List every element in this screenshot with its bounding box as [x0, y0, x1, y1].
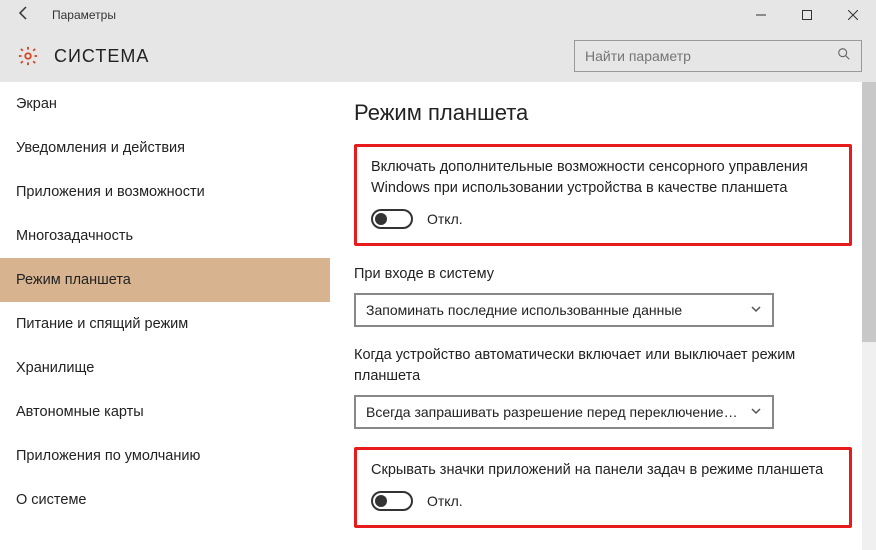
maximize-button[interactable]: [784, 0, 830, 30]
highlighted-setting-1: Включать дополнительные возможности сенс…: [354, 144, 852, 246]
chevron-down-icon: [750, 302, 762, 318]
highlighted-setting-2: Скрывать значки приложений на панели зад…: [354, 447, 852, 528]
content-area: Режим планшета Включать дополнительные в…: [330, 82, 876, 550]
chevron-down-icon: [750, 404, 762, 420]
header: СИСТЕМА: [0, 30, 876, 82]
sidebar-item-tablet-mode[interactable]: Режим планшета: [0, 258, 330, 302]
toggle1-label: Включать дополнительные возможности сенс…: [371, 157, 835, 199]
autoswitch-label: Когда устройство автоматически включает …: [354, 345, 852, 387]
sidebar-item-offline-maps[interactable]: Автономные карты: [0, 390, 330, 434]
toggle2-label: Скрывать значки приложений на панели зад…: [371, 460, 835, 481]
autoswitch-group: Когда устройство автоматически включает …: [354, 345, 852, 429]
gear-icon: [14, 42, 42, 70]
titlebar: Параметры: [0, 0, 876, 30]
autoswitch-dropdown[interactable]: Всегда запрашивать разрешение перед пере…: [354, 395, 774, 429]
sidebar-item-default-apps[interactable]: Приложения по умолчанию: [0, 434, 330, 478]
sidebar-item-about[interactable]: О системе: [0, 478, 330, 522]
sidebar-item-screen[interactable]: Экран: [0, 82, 330, 126]
signin-dropdown-value: Запоминать последние использованные данн…: [366, 302, 742, 318]
sidebar-item-notifications[interactable]: Уведомления и действия: [0, 126, 330, 170]
search-input[interactable]: [575, 48, 827, 64]
window-title: Параметры: [48, 8, 738, 22]
signin-group: При входе в систему Запоминать последние…: [354, 264, 852, 327]
toggle1-switch[interactable]: [371, 209, 413, 229]
signin-dropdown[interactable]: Запоминать последние использованные данн…: [354, 293, 774, 327]
back-button[interactable]: [0, 5, 48, 26]
window-controls: [738, 0, 876, 30]
scrollbar-thumb[interactable]: [862, 82, 876, 342]
toggle1-state: Откл.: [427, 211, 463, 227]
sidebar-item-multitasking[interactable]: Многозадачность: [0, 214, 330, 258]
signin-label: При входе в систему: [354, 264, 852, 285]
search-icon[interactable]: [827, 47, 861, 66]
section-title: СИСТЕМА: [54, 46, 149, 67]
toggle2-state: Откл.: [427, 493, 463, 509]
sidebar-item-apps[interactable]: Приложения и возможности: [0, 170, 330, 214]
minimize-button[interactable]: [738, 0, 784, 30]
toggle2-switch[interactable]: [371, 491, 413, 511]
page-title: Режим планшета: [354, 100, 852, 126]
sidebar: Экран Уведомления и действия Приложения …: [0, 82, 330, 550]
scrollbar[interactable]: [862, 82, 876, 550]
search-box[interactable]: [574, 40, 862, 72]
sidebar-item-power[interactable]: Питание и спящий режим: [0, 302, 330, 346]
sidebar-item-storage[interactable]: Хранилище: [0, 346, 330, 390]
close-button[interactable]: [830, 0, 876, 30]
autoswitch-dropdown-value: Всегда запрашивать разрешение перед пере…: [366, 404, 742, 420]
